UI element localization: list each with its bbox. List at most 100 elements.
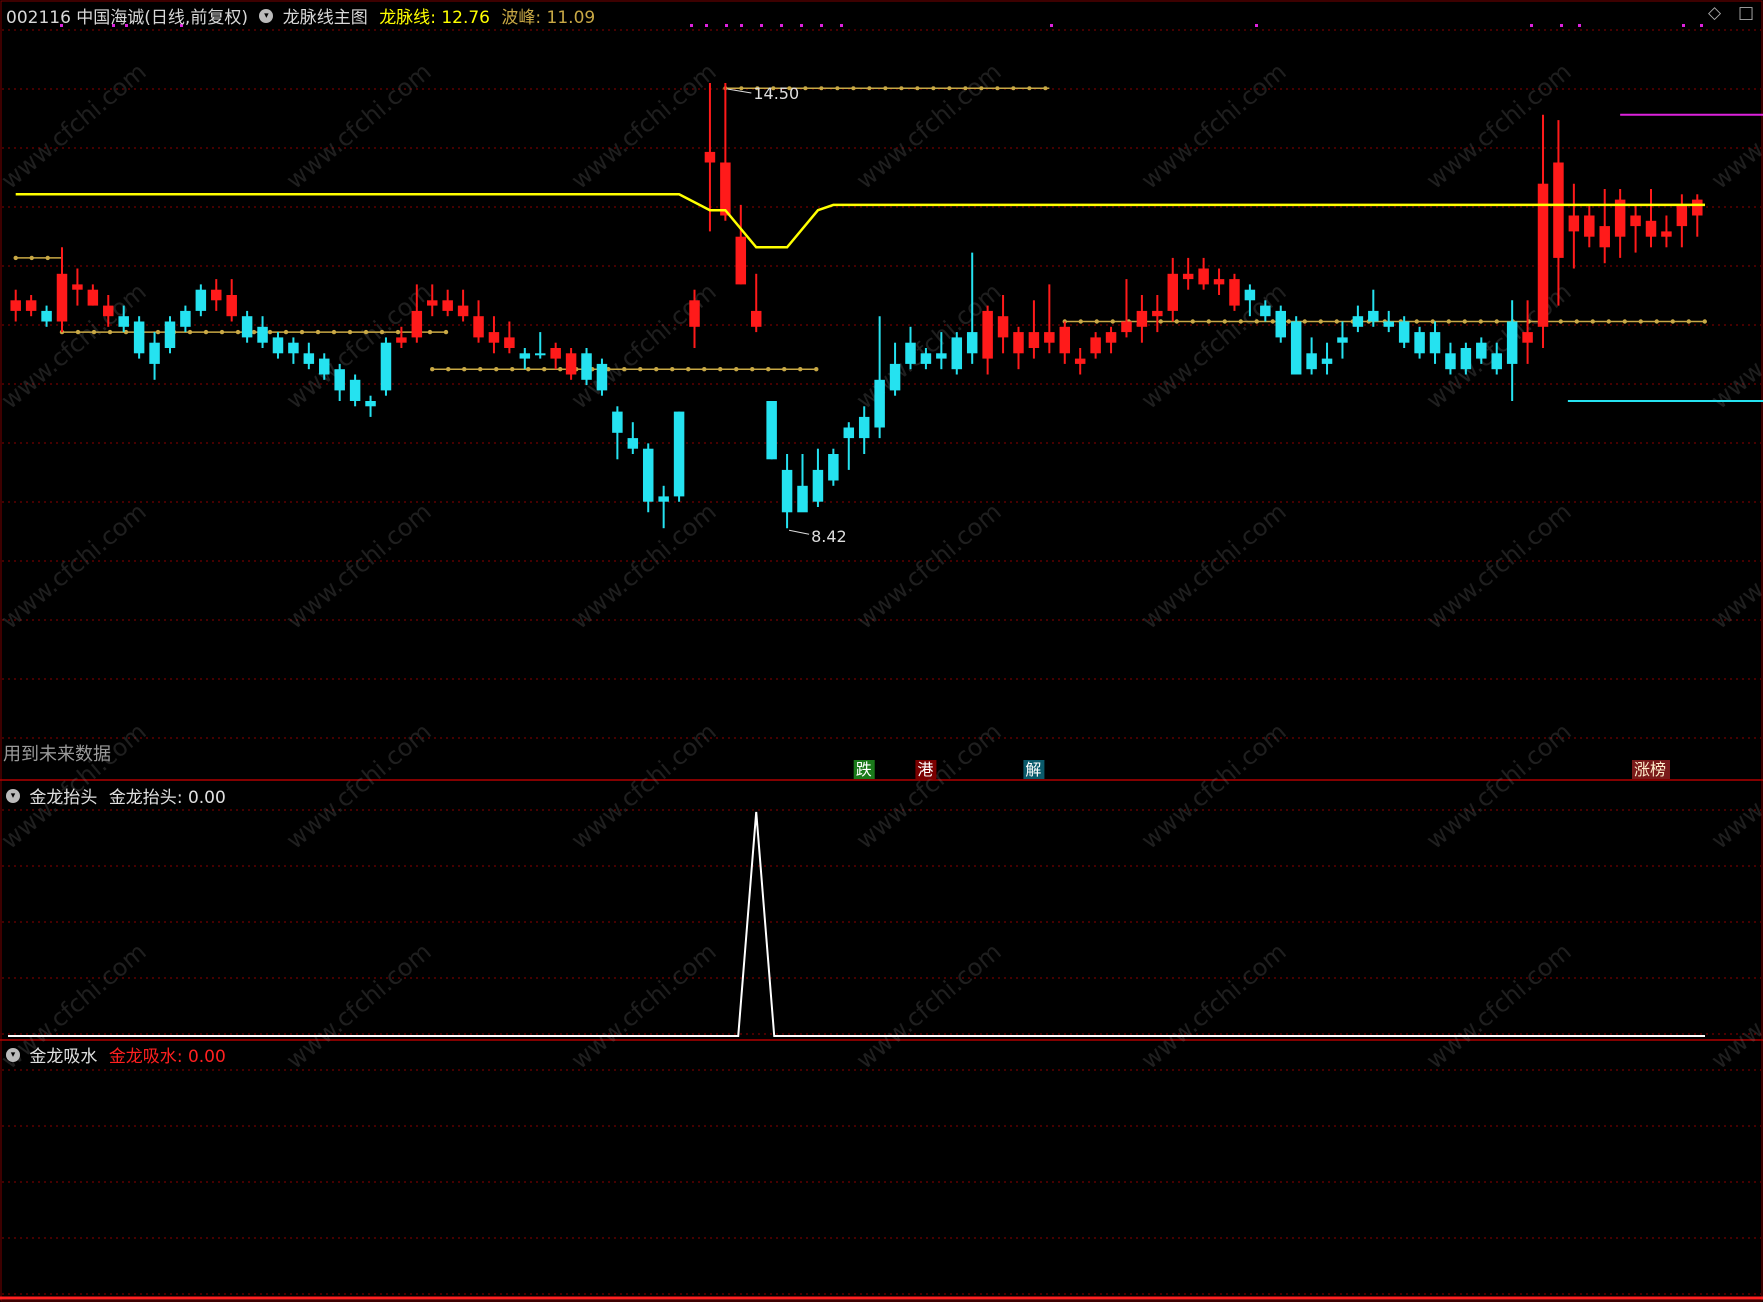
candle-body (673, 411, 685, 497)
peak-dot (1622, 319, 1627, 324)
watermark: www.cfchi.com (851, 717, 1007, 854)
peak-dot (379, 329, 385, 335)
marker-dot (705, 24, 708, 27)
peak-dot (1686, 319, 1691, 324)
candle-body (1028, 332, 1040, 348)
diamond-icon[interactable]: ◇ (1708, 3, 1721, 23)
marker-dot (1255, 24, 1258, 27)
peak-dot (1446, 319, 1451, 324)
marker-dot (690, 24, 693, 27)
peak-dot (430, 367, 435, 372)
candle-body (10, 300, 21, 311)
peak-dot (13, 255, 18, 261)
marker-dot (1530, 24, 1533, 27)
candle-body (997, 316, 1009, 338)
peak-dot (1286, 319, 1291, 324)
candle-body (1306, 353, 1317, 370)
marker-dot (760, 24, 763, 27)
peak-dot (45, 255, 50, 261)
candle-body (534, 353, 546, 356)
peak-dot (883, 86, 888, 91)
peak-dot (1606, 319, 1611, 324)
candle-body (1321, 358, 1333, 364)
candle-body (1013, 332, 1024, 354)
peak-dot (1462, 319, 1467, 324)
peak-dot (315, 329, 321, 335)
peak-dot (1414, 319, 1419, 324)
candle-body (504, 337, 515, 348)
peak-dot (766, 367, 771, 372)
peak-dot (203, 329, 209, 335)
candle-body (1105, 332, 1117, 343)
candle-body (272, 337, 284, 354)
low-arrow (788, 529, 810, 535)
candle-body (56, 273, 68, 322)
peak-dot (782, 367, 787, 372)
watermark: www.cfchi.com (851, 497, 1007, 634)
main-indicator-name[interactable]: 龙脉线主图 (283, 8, 368, 28)
candle-body (812, 469, 824, 502)
square-icon[interactable]: □ (1738, 3, 1754, 23)
candle-body (689, 300, 700, 327)
watermark: www.cfchi.com (566, 497, 722, 634)
chevron-down-icon[interactable]: ▾ (259, 9, 274, 23)
peak-dot (478, 367, 483, 372)
peak-dot (1318, 319, 1323, 324)
candle-body (25, 300, 37, 311)
candle-body (1368, 310, 1379, 322)
candle-body (1213, 279, 1225, 285)
candle-body (1398, 321, 1410, 343)
low-label: 8.42 (811, 527, 847, 546)
peak-dot (1011, 86, 1016, 91)
peak-dot (979, 86, 984, 91)
peak-dot (1558, 319, 1563, 324)
candle-body (211, 289, 222, 301)
peak-dot (235, 329, 241, 335)
marker-dot (1682, 24, 1685, 27)
candle-body (380, 342, 392, 391)
peak-dot (739, 86, 744, 91)
sub1-label: 金龙抬头 (108, 788, 177, 808)
chevron-down-icon[interactable]: ▾ (6, 789, 20, 803)
dragon-line (15, 193, 1705, 249)
candle-body (1522, 332, 1533, 343)
watermark: www.cfchi.com (851, 937, 1007, 1074)
candle-body (1630, 215, 1641, 227)
peak-dot (1206, 319, 1211, 324)
candle-body (982, 310, 993, 359)
marker-dot (820, 24, 823, 27)
watermark: www.cfchi.com (1421, 937, 1577, 1074)
candle-body (766, 401, 777, 460)
peak-dot (75, 329, 81, 335)
peak-dot (1027, 86, 1032, 91)
candle-body (1460, 348, 1472, 370)
peak-value: 11.09 (546, 8, 596, 28)
candle-body (41, 310, 52, 322)
sub1-title[interactable]: 金龙抬头 (29, 788, 97, 808)
chevron-down-icon[interactable]: ▾ (6, 1048, 20, 1062)
watermark: www.cfchi.com (566, 57, 722, 194)
candle-body (149, 342, 160, 364)
candle-body (1244, 289, 1256, 301)
peak-dot (462, 367, 467, 372)
marker-dot (1578, 24, 1581, 27)
peak-dot (670, 367, 675, 372)
candle-body (951, 337, 963, 370)
candle-body (241, 316, 253, 338)
peak-dot (915, 86, 920, 91)
candle-body (596, 363, 608, 391)
watermark: www.cfchi.com (1136, 937, 1292, 1074)
candle-body (858, 416, 870, 439)
chart-header: 002116 中国海诚(日线,前复权) ▾ 龙脉线主图 龙脉线: 12.76 波… (6, 8, 596, 28)
candle-body (288, 342, 299, 354)
candle-body (920, 353, 932, 364)
peak-dot (867, 86, 872, 91)
peak-dot (803, 86, 808, 91)
candle-body (966, 332, 978, 354)
peak-dot (819, 86, 824, 91)
candle-body (905, 342, 916, 364)
peak-dot (814, 367, 819, 372)
sub2-title[interactable]: 金龙吸水 (29, 1047, 97, 1067)
signal-label: 跌 (856, 760, 872, 779)
peak-dot (494, 367, 499, 372)
